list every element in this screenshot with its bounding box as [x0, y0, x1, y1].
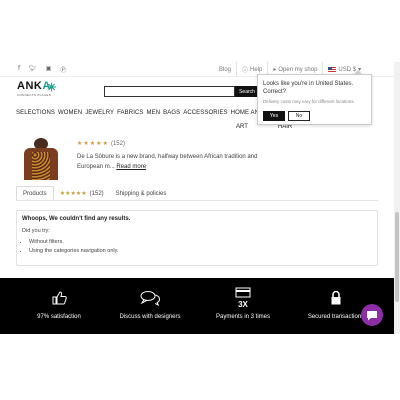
main-nav: SELECTIONS WOMEN JEWELRY FABRICS MEN BAG…	[16, 110, 263, 116]
facebook-icon[interactable]: f	[18, 65, 20, 74]
card-3x-icon: 3X	[198, 287, 288, 309]
tab-shipping[interactable]: Shipping & policies	[110, 186, 173, 201]
read-more-link[interactable]: Read more	[116, 164, 146, 170]
location-question: Looks like you're in United States. Corr…	[263, 81, 354, 95]
shop-description: De La Sôbure is a new brand, halfway bet…	[77, 152, 265, 172]
location-popup: Looks like you're in United States. Corr…	[257, 70, 372, 125]
chat-button[interactable]	[361, 304, 383, 326]
no-results-intro: Did you try:	[22, 228, 50, 234]
caret-icon: ▸	[273, 67, 277, 73]
thumbs-up-icon	[14, 287, 104, 309]
no-results-box: Whoops, We couldn't find any results. Di…	[16, 210, 378, 266]
feature-discuss: Discuss with designers	[105, 287, 195, 320]
chat-icon	[367, 310, 377, 320]
no-button[interactable]: No	[288, 111, 310, 121]
logo-text: ANK	[17, 80, 43, 92]
no-results-title: Whoops, We couldn't find any results.	[22, 216, 131, 222]
blog-link[interactable]: Blog	[214, 62, 236, 77]
star-icon: ★	[77, 140, 83, 147]
search-button[interactable]: Search	[235, 86, 259, 97]
nav-item-selections[interactable]: SELECTIONS	[16, 110, 55, 116]
star-icon: ★	[102, 140, 108, 147]
help-icon: ⓘ	[242, 68, 249, 74]
help-label: Help	[250, 66, 263, 73]
nav-item-women[interactable]: WOMEN	[58, 110, 82, 116]
feature-payments: 3X Payments in 3 times	[198, 287, 288, 320]
search-bar: Search	[104, 86, 259, 97]
instagram-icon[interactable]: ▣	[46, 65, 52, 74]
badge-text: 3X	[238, 300, 248, 309]
description-text: De La Sôbure is a new brand, halfway bet…	[77, 154, 258, 170]
feature-satisfaction: 97% satisfaction	[14, 287, 104, 320]
shop-rating[interactable]: ★ ★ ★ ★ ★ (152)	[77, 140, 125, 147]
open-shop-label: Open my shop	[278, 66, 318, 73]
nav-item-bags[interactable]: BAGS	[163, 110, 180, 116]
logo-mark-icon: ✳	[47, 82, 57, 94]
nav-item-fabrics[interactable]: FABRICS	[117, 110, 143, 116]
model-coat	[24, 148, 58, 180]
site-logo[interactable]: ANKA CONNECTS PLACES	[17, 80, 51, 97]
star-icon: ★	[81, 190, 87, 197]
page-content: f 🐦︎ ▣ Ⓟ Blog ⓘHelp ▸Open my shop USD $▾…	[0, 62, 394, 334]
us-flag-icon	[328, 67, 337, 72]
pinterest-icon[interactable]: Ⓟ	[60, 65, 66, 74]
scrollbar-thumb[interactable]	[395, 212, 399, 302]
star-icon: ★	[96, 140, 102, 147]
twitter-icon[interactable]: 🐦︎	[29, 65, 37, 74]
list-item: Using the categories navigation only.	[29, 247, 118, 256]
nav-item-men[interactable]: MEN	[147, 110, 161, 116]
suggestion-list: Without filters. Using the categories na…	[29, 238, 118, 256]
nav-item-art[interactable]: ART	[236, 124, 248, 130]
feature-label: Discuss with designers	[119, 314, 181, 320]
shop-tabs: Products ★ ★ ★ ★ ★ (152) Shipping & poli…	[16, 186, 378, 201]
tab-products[interactable]: Products	[16, 186, 54, 201]
nav-item-accessories[interactable]: ACCESSORIES	[183, 110, 227, 116]
reassurance-band: 97% satisfaction Discuss with designers …	[0, 278, 394, 334]
tab-reviews-count: (152)	[89, 190, 104, 197]
list-item: Without filters.	[29, 238, 118, 247]
star-icon: ★	[83, 140, 89, 147]
star-icon: ★	[89, 140, 96, 147]
yes-button[interactable]: Yes	[263, 111, 285, 121]
location-note: Delivery costs may vary for different lo…	[263, 99, 355, 104]
tabs-divider	[16, 200, 378, 201]
nav-item-jewelry[interactable]: JEWELRY	[85, 110, 114, 116]
social-links: f 🐦︎ ▣ Ⓟ	[18, 65, 66, 74]
search-input[interactable]	[104, 86, 235, 97]
tab-reviews[interactable]: ★ ★ ★ ★ ★ (152)	[54, 186, 110, 201]
review-count: (152)	[110, 140, 125, 147]
browser-viewport: f 🐦︎ ▣ Ⓟ Blog ⓘHelp ▸Open my shop USD $▾…	[0, 0, 400, 400]
feature-label: Payments in 3 times	[215, 314, 271, 320]
feature-label: 97% satisfaction	[37, 314, 81, 320]
page-scrollbar[interactable]	[394, 62, 400, 334]
logo-tagline: CONNECTS PLACES	[17, 93, 52, 97]
chat-bubbles-icon	[105, 287, 195, 309]
product-image[interactable]	[18, 138, 64, 180]
